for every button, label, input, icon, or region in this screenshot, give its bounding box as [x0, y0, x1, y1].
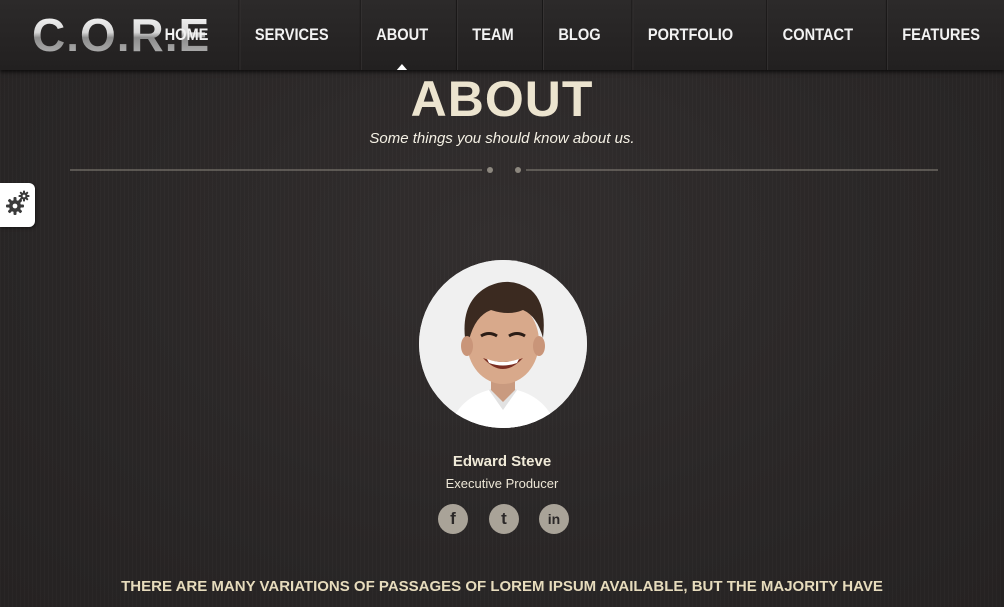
section-divider — [70, 162, 938, 173]
facebook-icon[interactable]: f — [438, 504, 468, 534]
section-title: ABOUT — [410, 71, 594, 127]
gear-icon — [4, 188, 32, 223]
social-links: f t in — [438, 504, 570, 534]
nav-item-team[interactable]: TEAM — [456, 0, 529, 70]
member-name: Edward Steve — [452, 453, 552, 470]
nav-item-blog[interactable]: BLOG — [541, 0, 616, 70]
section-subtitle: Some things you should know about us. — [369, 130, 635, 147]
main-nav: HOME SERVICES ABOUT TEAM BLOG PORTFOLIO … — [143, 0, 1004, 70]
site-header: C.O.R.E HOME SERVICES ABOUT TEAM BLOG PO… — [0, 0, 1004, 70]
nav-item-portfolio[interactable]: PORTFOLIO — [631, 0, 748, 70]
member-avatar — [419, 260, 587, 428]
linkedin-icon[interactable]: in — [539, 504, 569, 534]
nav-item-contact[interactable]: CONTACT — [766, 0, 868, 70]
nav-item-services[interactable]: SERVICES — [238, 0, 344, 70]
member-role: Executive Producer — [445, 476, 559, 491]
about-body-text: THERE ARE MANY VARIATIONS OF PASSAGES OF… — [121, 578, 883, 595]
nav-item-features[interactable]: FEATURES — [885, 0, 996, 70]
nav-item-about[interactable]: ABOUT — [359, 0, 444, 70]
twitter-icon[interactable]: t — [489, 504, 519, 534]
nav-item-home[interactable]: HOME — [149, 0, 224, 70]
settings-toggle-button[interactable] — [0, 183, 35, 227]
